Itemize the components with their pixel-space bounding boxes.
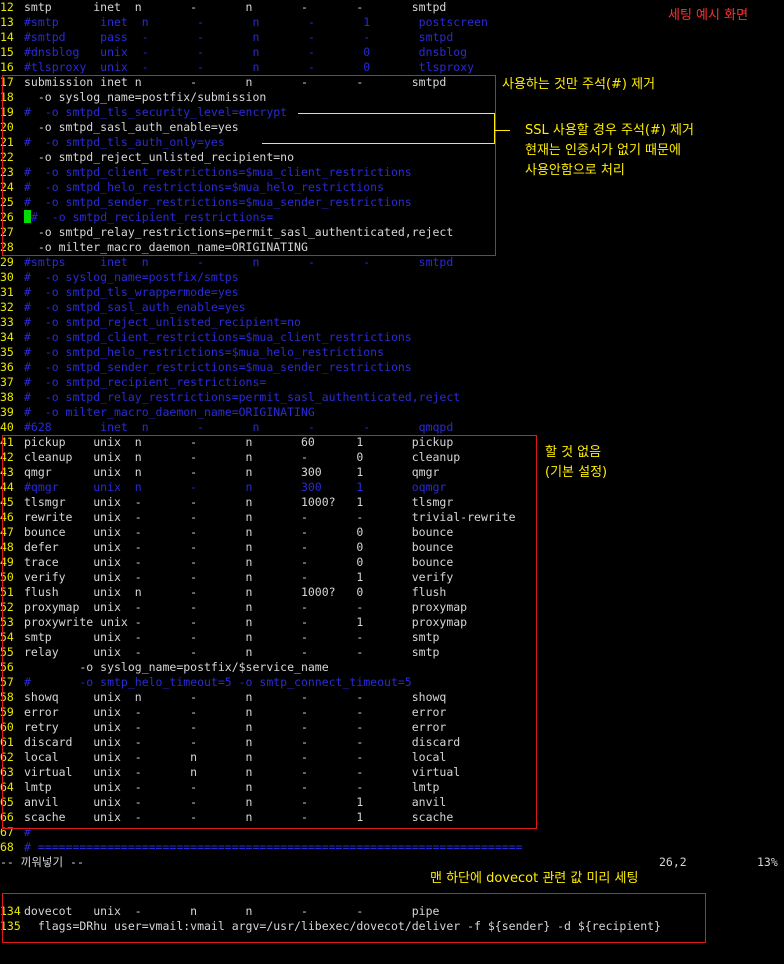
code-line[interactable]: 33 # -o smtpd_reject_unlisted_recipient=n… xyxy=(0,315,301,330)
status-scroll-percent: 13% xyxy=(757,855,778,869)
code-line[interactable]: 29 #smtps inet n - n - - smtpd xyxy=(0,255,453,270)
line-text[interactable]: #smtpd pass - - n - - smtpd xyxy=(24,30,453,44)
status-mode: -- 끼워넣기 -- xyxy=(0,855,84,869)
note-submission: 사용하는 것만 주석(#) 제거 xyxy=(502,77,656,92)
line-number: 16 xyxy=(0,60,14,74)
code-line[interactable]: 39 # -o milter_macro_daemon_name=ORIGINAT… xyxy=(0,405,315,420)
line-text[interactable]: # -o smtpd_client_restrictions=$mua_clie… xyxy=(24,330,412,344)
code-line[interactable]: 16 #tlsproxy unix - - n - 0 tlsproxy xyxy=(0,60,474,75)
line-text[interactable]: # -o smtpd_helo_restrictions=$mua_helo_r… xyxy=(24,345,384,359)
leader-line-21 xyxy=(262,143,494,144)
code-line[interactable]: 15 #dnsblog unix - - n - 0 dnsblog xyxy=(0,45,467,60)
line-number: 32 xyxy=(0,300,14,314)
code-line[interactable]: 35 # -o smtpd_helo_restrictions=$mua_helo… xyxy=(0,345,384,360)
line-number: 34 xyxy=(0,330,14,344)
line-text[interactable]: # -o milter_macro_daemon_name=ORIGINATIN… xyxy=(24,405,315,419)
line-text[interactable]: # -o smtpd_tls_wrappermode=yes xyxy=(24,285,239,299)
line-number: 33 xyxy=(0,315,14,329)
line-text[interactable]: #tlsproxy unix - - n - 0 tlsproxy xyxy=(24,60,474,74)
dovecot-highlight-box xyxy=(2,893,706,943)
line-number: 29 xyxy=(0,255,14,269)
line-text[interactable]: # -o smtpd_reject_unlisted_recipient=no xyxy=(24,315,301,329)
line-text[interactable]: # -o smtpd_sasl_auth_enable=yes xyxy=(24,300,246,314)
line-number: 31 xyxy=(0,285,14,299)
code-line[interactable]: 12 smtp inet n - n - - smtpd xyxy=(0,0,446,15)
note-nothing-1: 할 것 없음 xyxy=(545,445,602,460)
line-number: 68 xyxy=(0,840,14,854)
note-bottom: 맨 하단에 dovecot 관련 값 미리 세팅 xyxy=(430,871,639,886)
line-text[interactable]: #smtp inet n - n - 1 postscreen xyxy=(24,15,488,29)
line-text[interactable]: # -o smtpd_relay_restrictions=permit_sas… xyxy=(24,390,460,404)
title-note: 세팅 예시 화면 xyxy=(668,8,749,23)
line-text[interactable]: # ======================================… xyxy=(24,840,523,854)
code-line[interactable]: 38 # -o smtpd_relay_restrictions=permit_s… xyxy=(0,390,460,405)
line-number: 40 xyxy=(0,420,14,434)
code-line[interactable]: 13 #smtp inet n - n - 1 postscreen xyxy=(0,15,488,30)
leader-line-pointer xyxy=(494,130,510,131)
code-line[interactable]: 14 #smtpd pass - - n - - smtpd xyxy=(0,30,453,45)
line-text[interactable]: #dnsblog unix - - n - 0 dnsblog xyxy=(24,45,467,59)
code-line[interactable]: 32 # -o smtpd_sasl_auth_enable=yes xyxy=(0,300,246,315)
line-number: 35 xyxy=(0,345,14,359)
line-number: 36 xyxy=(0,360,14,374)
line-text[interactable]: #smtps inet n - n - - smtpd xyxy=(24,255,453,269)
leader-line-vertical xyxy=(494,113,495,144)
code-line[interactable]: 68 # ====================================… xyxy=(0,840,523,855)
line-number: 39 xyxy=(0,405,14,419)
code-line[interactable]: 34 # -o smtpd_client_restrictions=$mua_cl… xyxy=(0,330,412,345)
note-nothing-2: (기본 설정) xyxy=(545,465,608,480)
line-text[interactable]: # -o smtpd_sender_restrictions=$mua_send… xyxy=(24,360,412,374)
code-line[interactable]: 31 # -o smtpd_tls_wrappermode=yes xyxy=(0,285,239,300)
line-text[interactable]: # -o syslog_name=postfix/smtps xyxy=(24,270,239,284)
note-ssl-1: SSL 사용할 경우 주석(#) 제거 xyxy=(525,123,694,138)
code-line[interactable]: 36 # -o smtpd_sender_restrictions=$mua_se… xyxy=(0,360,412,375)
note-ssl-3: 사용안함으로 처리 xyxy=(525,163,625,178)
status-cursor-position: 26,2 xyxy=(659,855,687,869)
leader-line-19 xyxy=(298,113,494,114)
note-ssl-2: 현재는 인증서가 없기 때문에 xyxy=(525,143,681,158)
line-text[interactable]: # -o smtpd_recipient_restrictions= xyxy=(24,375,266,389)
code-line[interactable]: 37 # -o smtpd_recipient_restrictions= xyxy=(0,375,266,390)
line-number: 37 xyxy=(0,375,14,389)
submission-highlight-box xyxy=(2,75,496,256)
services-highlight-box xyxy=(2,435,537,829)
line-number: 15 xyxy=(0,45,14,59)
line-text[interactable]: #628 inet n - n - - qmqpd xyxy=(24,420,453,434)
line-number: 13 xyxy=(0,15,14,29)
line-number: 12 xyxy=(0,0,14,14)
code-line[interactable]: 40 #628 inet n - n - - qmqpd xyxy=(0,420,453,435)
line-number: 14 xyxy=(0,30,14,44)
line-number: 38 xyxy=(0,390,14,404)
line-number: 30 xyxy=(0,270,14,284)
code-line[interactable]: 30 # -o syslog_name=postfix/smtps xyxy=(0,270,239,285)
line-text[interactable]: smtp inet n - n - - smtpd xyxy=(24,0,446,14)
